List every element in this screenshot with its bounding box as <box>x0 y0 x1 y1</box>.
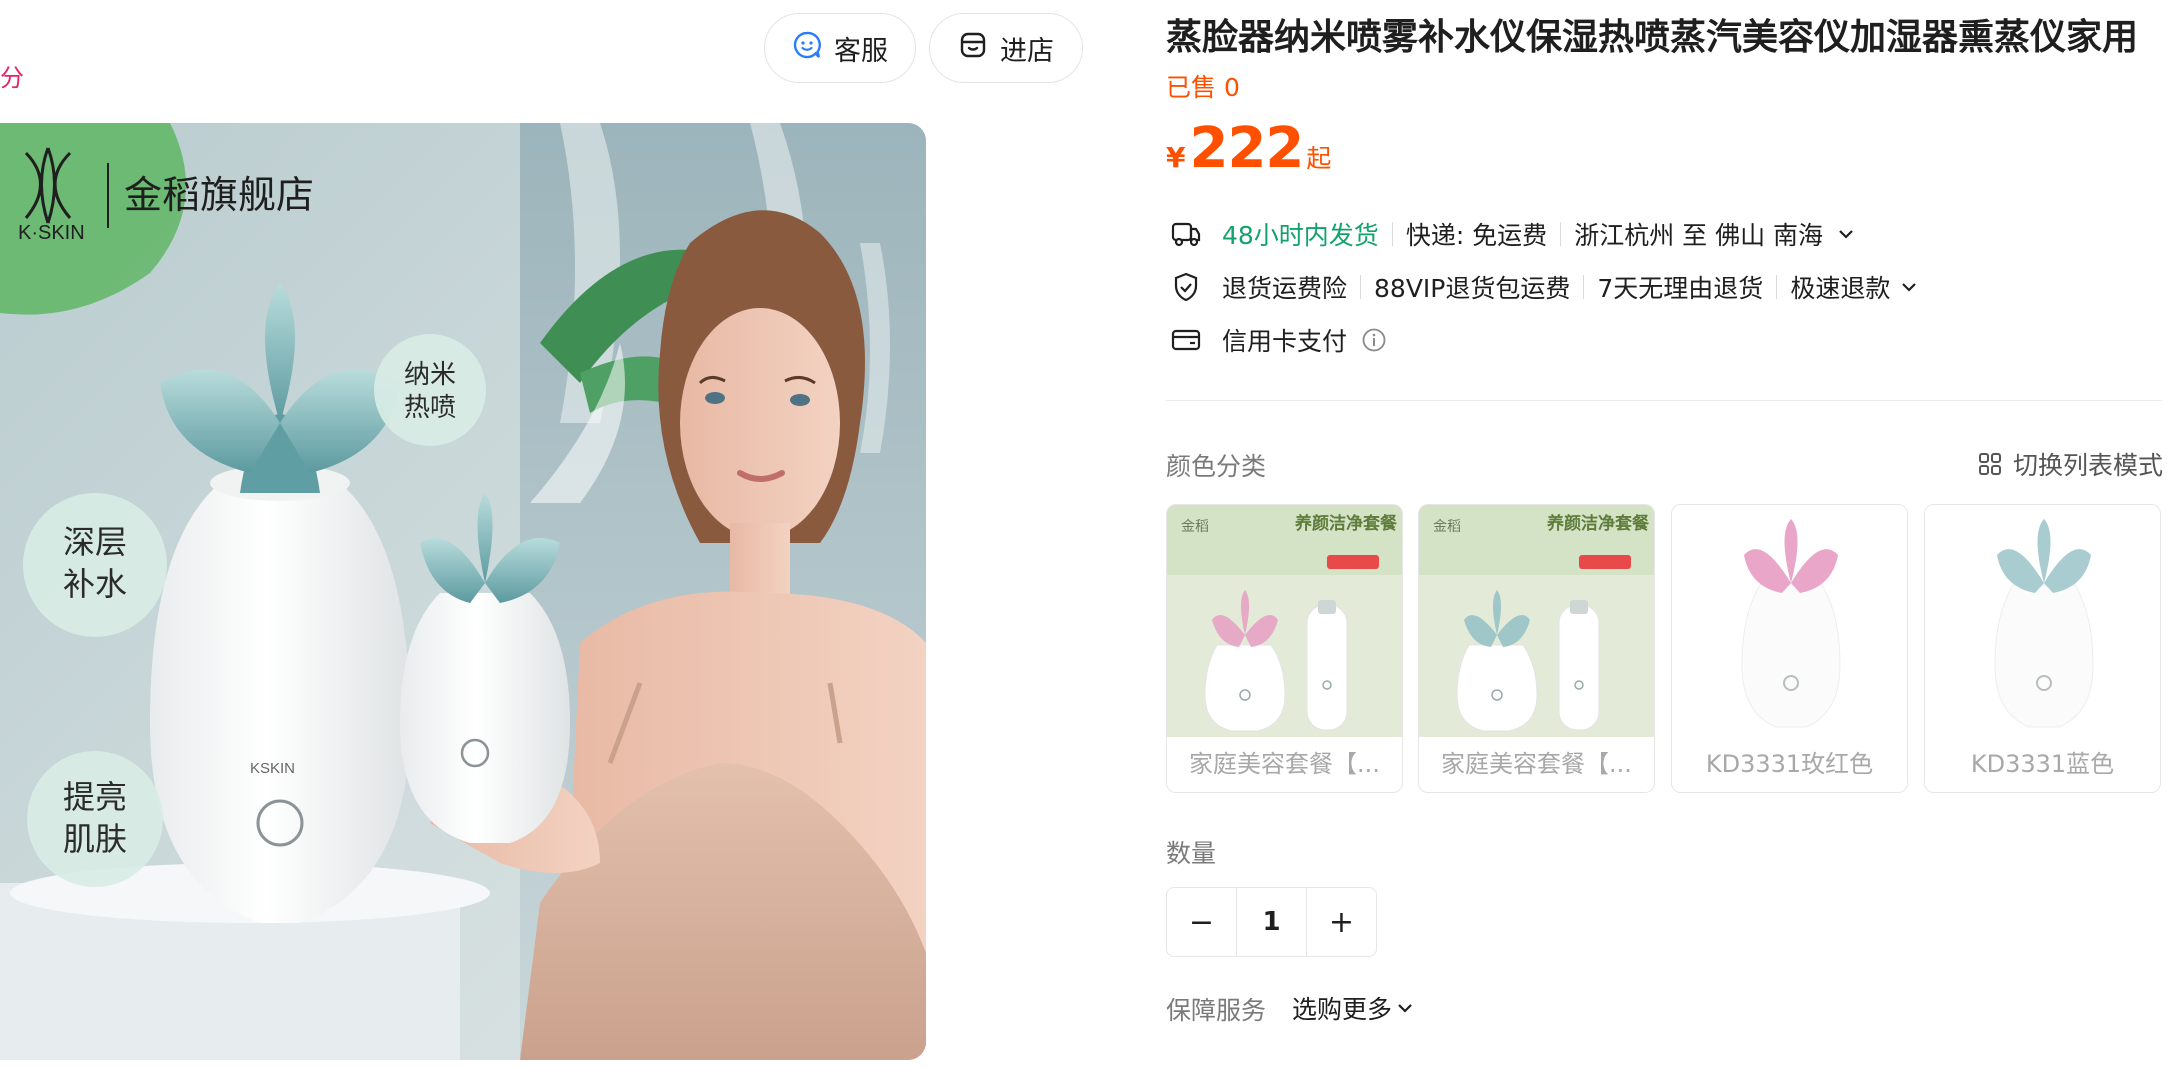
badge-nano-steam: 纳米 热喷 <box>374 334 486 446</box>
guarantee-select-more[interactable]: 选购更多 <box>1292 990 1414 1026</box>
price: ¥ 222 起 <box>1166 116 1331 181</box>
quantity-stepper: − 1 + <box>1166 887 1377 957</box>
svg-text:KSKIN: KSKIN <box>250 760 295 777</box>
price-value: 222 <box>1189 116 1304 181</box>
switch-list-mode-button[interactable]: 切换列表模式 <box>1977 446 2163 482</box>
enter-shop-label: 进店 <box>1000 35 1054 67</box>
sku-label: KD3331玫红色 <box>1705 750 1874 778</box>
sku-thumbnail: 金稻 养颜洁净套餐 <box>1419 505 1654 737</box>
service-7day-return: 7天无理由退货 <box>1597 274 1764 303</box>
divider <box>1776 275 1778 299</box>
divider <box>1360 275 1362 299</box>
info-icon[interactable] <box>1361 327 1387 353</box>
sku-thumbnail: 金稻 养颜洁净套餐 <box>1167 505 1402 737</box>
svg-text:K·SKIN: K·SKIN <box>18 222 85 244</box>
chevron-down-icon[interactable] <box>1900 281 1918 293</box>
svg-text:金稻旗舰店: 金稻旗舰店 <box>124 173 314 217</box>
dispatch-time: 48小时内发货 <box>1222 221 1379 250</box>
svg-text:养颜洁净套餐: 养颜洁净套餐 <box>1294 513 1398 534</box>
sku-label: 家庭美容套餐【... <box>1189 750 1380 778</box>
sku-label: KD3331蓝色 <box>1970 750 2115 778</box>
quantity-label: 数量 <box>1166 839 1217 868</box>
rating-snippet: 评分 <box>0 64 24 92</box>
sku-option-kd3331-blue[interactable]: KD3331蓝色 <box>1924 504 2161 793</box>
customer-service-icon <box>792 30 822 67</box>
steamer-device-large: KSKIN <box>150 283 410 923</box>
enter-shop-button[interactable]: 进店 <box>929 13 1083 83</box>
service-fast-refund[interactable]: 极速退款 <box>1790 269 1890 305</box>
sku-thumbnail <box>1925 505 2160 737</box>
svg-text:金稻: 金稻 <box>1433 519 1461 535</box>
sku-option-family-set-blue[interactable]: 金稻 养颜洁净套餐 家庭美容套餐【... <box>1418 504 1655 793</box>
svg-text:深层: 深层 <box>63 523 127 561</box>
shield-icon <box>1166 267 1206 307</box>
sku-option-kd3331-rose[interactable]: KD3331玫红色 <box>1671 504 1908 793</box>
quantity-increase-button[interactable]: + <box>1307 888 1376 956</box>
credit-card-icon <box>1166 320 1206 360</box>
shipping-route[interactable]: 浙江杭州 至 佛山 南海 <box>1574 216 1823 252</box>
divider <box>1391 222 1393 246</box>
shop-icon <box>958 30 988 67</box>
sku-option-family-set-pink[interactable]: 金稻 养颜洁净套餐 家庭美容套餐【... <box>1166 504 1403 793</box>
grid-icon <box>1977 451 2003 477</box>
guarantee-label: 保障服务 <box>1166 996 1267 1025</box>
badge-brighten-skin: 提亮 肌肤 <box>27 751 163 887</box>
badge-deep-hydration: 深层 补水 <box>23 493 167 637</box>
service-return-shipping-insurance: 退货运费险 <box>1222 274 1348 303</box>
service-88vip-return: 88VIP退货包运费 <box>1374 274 1571 303</box>
credit-card-payment-label: 信用卡支付 <box>1222 327 1348 356</box>
quantity-decrease-button[interactable]: − <box>1167 888 1236 956</box>
product-title: 蒸脸器纳米喷雾补水仪保湿热喷蒸汽美容仪加湿器熏蒸仪家用 <box>1166 17 2139 58</box>
customer-service-button[interactable]: 客服 <box>764 13 916 83</box>
main-product-image[interactable]: K·SKIN 金稻旗舰店 KSKIN 深层 补水 纳米 热喷 提亮 肌肤 <box>0 123 926 1060</box>
color-section-label: 颜色分类 <box>1166 452 1267 481</box>
price-suffix: 起 <box>1306 144 1332 173</box>
sku-label: 家庭美容套餐【... <box>1441 750 1632 778</box>
quantity-input[interactable]: 1 <box>1236 888 1307 956</box>
svg-text:纳米: 纳米 <box>404 360 456 390</box>
svg-text:补水: 补水 <box>63 565 127 603</box>
svg-text:提亮: 提亮 <box>63 778 127 816</box>
svg-text:热喷: 热喷 <box>404 393 456 423</box>
chevron-down-icon[interactable] <box>1837 228 1855 240</box>
chevron-down-icon <box>1396 1002 1414 1014</box>
sku-thumbnail <box>1672 505 1907 737</box>
sold-count: 已售 0 <box>1166 73 1240 102</box>
payment-row: 信用卡支付 <box>1166 320 1387 360</box>
section-divider <box>1166 400 2162 401</box>
switch-list-mode-label: 切换列表模式 <box>2013 451 2164 480</box>
divider <box>1560 222 1562 246</box>
svg-text:肌肤: 肌肤 <box>63 820 127 858</box>
divider <box>1583 275 1585 299</box>
guarantee-select-label: 选购更多 <box>1292 995 1393 1024</box>
customer-service-label: 客服 <box>834 35 888 67</box>
services-row: 退货运费险 88VIP退货包运费 7天无理由退货 极速退款 <box>1166 267 1918 307</box>
shipping-row: 48小时内发货 快递: 免运费 浙江杭州 至 佛山 南海 <box>1166 214 1855 254</box>
svg-text:金稻: 金稻 <box>1181 519 1209 535</box>
price-currency: ¥ <box>1166 141 1186 174</box>
delivery-truck-icon <box>1166 214 1206 254</box>
svg-text:养颜洁净套餐: 养颜洁净套餐 <box>1546 513 1650 534</box>
express-fee: 快递: 免运费 <box>1405 221 1548 250</box>
